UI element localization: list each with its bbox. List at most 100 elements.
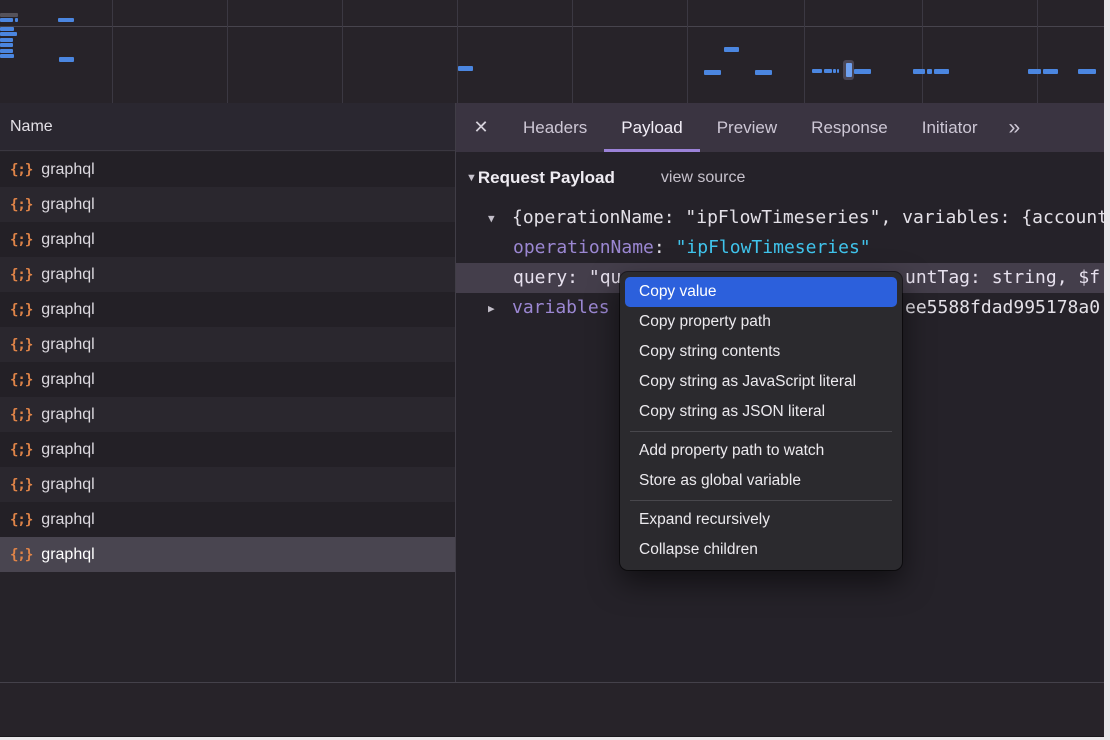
- chevron-double-right-icon: »: [1008, 116, 1018, 139]
- overview-gridline: [457, 0, 458, 103]
- menu-item-copy-string-as-json-literal[interactable]: Copy string as JSON literal: [625, 397, 897, 427]
- request-name-label: graphql: [41, 336, 94, 354]
- collapsed-triangle-icon[interactable]: ▶: [488, 294, 512, 323]
- request-timing-bar: [934, 69, 949, 74]
- request-name-label: graphql: [41, 511, 94, 529]
- json-request-icon: {;}: [10, 407, 32, 423]
- request-name-label: graphql: [41, 441, 94, 459]
- request-timing-bar: [854, 69, 871, 74]
- request-timing-bar: [837, 69, 839, 73]
- json-query-right-text: untTag: string, $f: [905, 263, 1100, 293]
- request-row-graphql[interactable]: {;}graphql: [0, 292, 455, 327]
- request-name-label: graphql: [41, 406, 94, 424]
- request-timing-bar: [833, 69, 836, 73]
- expanded-triangle-icon[interactable]: ▼: [488, 204, 512, 233]
- json-key: operationName: [513, 237, 654, 258]
- request-timing-bar: [704, 70, 721, 75]
- request-timing-bar: [1028, 69, 1041, 74]
- request-row-graphql[interactable]: {;}graphql: [0, 152, 455, 187]
- network-overview-strip: [0, 0, 1104, 104]
- overview-gridline: [112, 0, 113, 103]
- json-request-icon: {;}: [10, 337, 32, 353]
- request-row-graphql[interactable]: {;}graphql: [0, 222, 455, 257]
- footer-divider: [0, 682, 1104, 683]
- request-timing-bar: [0, 27, 14, 31]
- json-request-icon: {;}: [10, 547, 32, 563]
- overview-gridline: [342, 0, 343, 103]
- json-root-line[interactable]: ▼{operationName: "ipFlowTimeseries", var…: [456, 203, 1104, 233]
- json-query-left-text: query: "qu: [513, 267, 621, 288]
- menu-item-add-property-path-to-watch[interactable]: Add property path to watch: [625, 436, 897, 466]
- json-request-icon: {;}: [10, 477, 32, 493]
- json-colon: :: [654, 237, 676, 258]
- devtools-window: Name {;}graphql{;}graphql{;}graphql{;}gr…: [0, 0, 1104, 737]
- json-string-value: "ipFlowTimeseries": [676, 237, 871, 258]
- name-column-header[interactable]: Name: [0, 103, 455, 151]
- collapse-triangle-icon[interactable]: ▼: [466, 172, 477, 184]
- json-root-preview: {operationName: "ipFlowTimeseries", vari…: [512, 207, 1104, 228]
- menu-item-copy-value[interactable]: Copy value: [625, 277, 897, 307]
- request-row-graphql[interactable]: {;}graphql: [0, 467, 455, 502]
- request-timing-bar: [58, 18, 74, 22]
- close-detail-button[interactable]: ✕: [456, 103, 506, 152]
- json-key: variables: [512, 297, 610, 318]
- menu-item-collapse-children[interactable]: Collapse children: [625, 535, 897, 565]
- tab-preview[interactable]: Preview: [700, 103, 794, 152]
- request-row-graphql[interactable]: {;}graphql: [0, 362, 455, 397]
- request-timing-bar: [1043, 69, 1058, 74]
- request-timing-bar: [812, 69, 822, 73]
- json-request-icon: {;}: [10, 442, 32, 458]
- overview-gridline: [572, 0, 573, 103]
- request-timing-bar: [0, 49, 13, 53]
- name-column-label: Name: [10, 118, 53, 135]
- json-request-icon: {;}: [10, 197, 32, 213]
- request-timing-bar: [59, 57, 74, 62]
- menu-separator: [630, 500, 892, 501]
- tab-response[interactable]: Response: [794, 103, 905, 152]
- request-row-graphql[interactable]: {;} graphql: [0, 537, 455, 572]
- menu-item-expand-recursively[interactable]: Expand recursively: [625, 505, 897, 535]
- json-request-icon: {;}: [10, 267, 32, 283]
- json-operation-row[interactable]: operationName: "ipFlowTimeseries": [456, 233, 1104, 263]
- request-row-graphql[interactable]: {;} graphql: [0, 257, 455, 292]
- menu-item-copy-property-path[interactable]: Copy property path: [625, 307, 897, 337]
- request-name-label: graphql: [41, 371, 94, 389]
- request-payload-header: ▼ Request Payload view source: [466, 163, 745, 192]
- request-name-label: graphql: [41, 196, 94, 214]
- overview-gridline: [687, 0, 688, 103]
- request-name-label: graphql: [41, 231, 94, 249]
- context-menu: Copy valueCopy property pathCopy string …: [620, 272, 902, 570]
- detail-tabbar: ✕ HeadersPayloadPreviewResponseInitiator…: [456, 103, 1104, 152]
- more-tabs-button[interactable]: »: [1000, 103, 1026, 152]
- request-timing-bar: [0, 54, 14, 58]
- overview-gridline: [804, 0, 805, 103]
- request-row-graphql[interactable]: {;} graphql: [0, 327, 455, 362]
- request-row-graphql[interactable]: {;} graphql: [0, 187, 455, 222]
- status-footer: [0, 683, 1104, 736]
- menu-item-copy-string-as-javascript-literal[interactable]: Copy string as JavaScript literal: [625, 367, 897, 397]
- request-timing-bar: [0, 43, 13, 47]
- request-timing-bar: [0, 32, 17, 36]
- request-timing-bar: [927, 69, 932, 74]
- overview-gridline: [922, 0, 923, 103]
- overview-horizontal-gridline: [0, 26, 1104, 27]
- request-name-label: graphql: [41, 546, 94, 564]
- view-source-link[interactable]: view source: [661, 169, 745, 187]
- request-list: {;} graphql {;} graphql {;} graphql {;} graphql…: [0, 152, 455, 572]
- request-timing-bar: [458, 66, 473, 71]
- request-row-graphql[interactable]: {;} graphql: [0, 432, 455, 467]
- request-timing-bar: [0, 38, 13, 42]
- request-row-graphql[interactable]: {;} graphql: [0, 397, 455, 432]
- request-name-label: graphql: [41, 161, 94, 179]
- tab-initiator[interactable]: Initiator: [905, 103, 995, 152]
- request-timing-bar: [0, 18, 13, 22]
- json-variables-right-text: ee5588fdad995178a0: [905, 293, 1100, 323]
- menu-item-store-as-global-variable[interactable]: Store as global variable: [625, 466, 897, 496]
- request-timing-bar: [724, 47, 739, 52]
- request-row-graphql[interactable]: {;}graphql: [0, 502, 455, 537]
- request-timing-bar: [1078, 69, 1096, 74]
- tab-payload[interactable]: Payload: [604, 103, 699, 152]
- tab-headers[interactable]: Headers: [506, 103, 604, 152]
- menu-item-copy-string-contents[interactable]: Copy string contents: [625, 337, 897, 367]
- request-name-label: graphql: [41, 266, 94, 284]
